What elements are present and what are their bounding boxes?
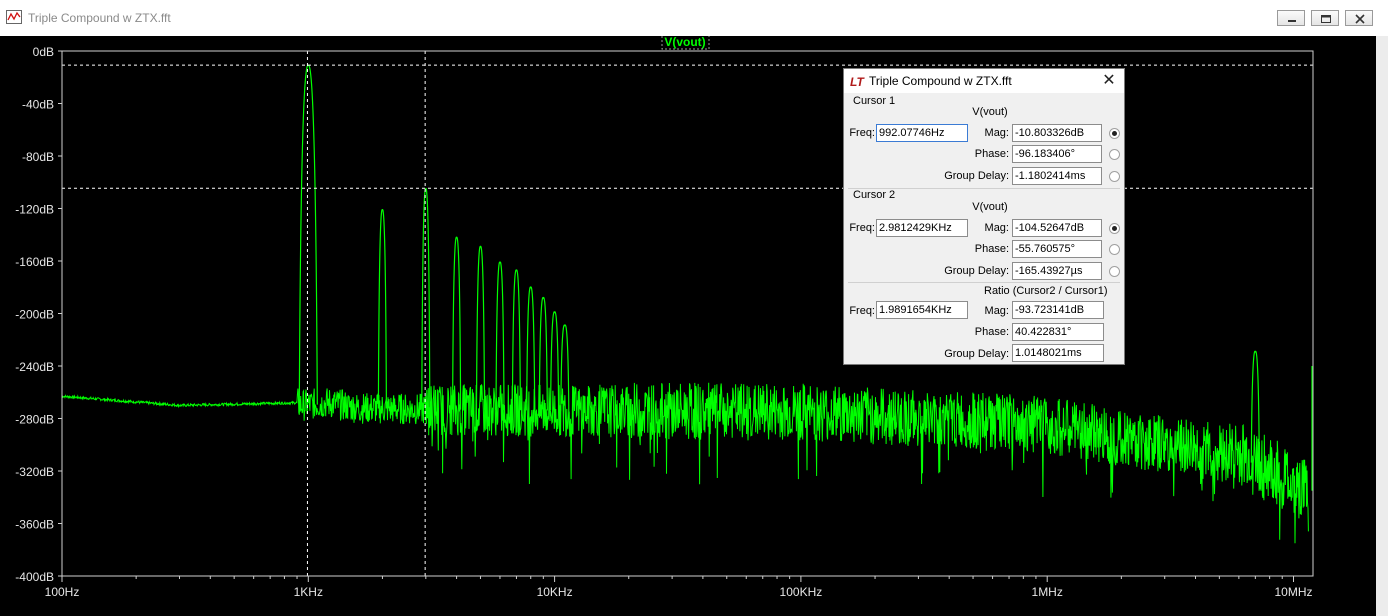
harmonic-peak [298,64,318,405]
y-tick-label: -400dB [15,570,54,584]
cursor2-trace: V(vout) [972,201,1008,213]
window-title: Triple Compound w ZTX.fft [28,11,171,25]
close-window-button[interactable] [1345,10,1373,26]
cursor2-mag-label: Mag: [984,222,1009,234]
cursor1-phase-label: Phase: [974,148,1009,160]
harmonic-peak [511,269,521,411]
y-tick-label: -120dB [15,203,54,217]
noise-floor-trace [61,382,1309,544]
x-tick-label: 1KHz [294,585,323,599]
cursor1-group-label: Cursor 1 [853,95,896,107]
dialog-close-button[interactable]: ✕ [1100,72,1118,90]
cursor2-mag-radio[interactable] [1109,223,1120,234]
y-tick-label: -280dB [15,413,54,427]
x-tick-label: 1MHz [1032,585,1063,599]
cursor1-mag-radio[interactable] [1109,128,1120,139]
harmonic-peak [421,188,431,410]
dialog-title: Triple Compound w ZTX.fft [869,74,1012,88]
restore-icon [1321,15,1331,23]
ratio-mag-label: Mag: [984,305,1009,317]
cursor2-freq-label: Freq: [849,222,875,234]
waveform-app-icon [6,10,22,24]
y-tick-label: -200dB [15,308,54,322]
harmonic-peak [550,311,560,411]
cursor1-gd-field[interactable]: -1.1802414ms [1012,167,1102,185]
plot-frame [61,50,1314,577]
cursor1-freq-field[interactable]: 992.07746Hz [876,124,968,142]
cursor2-group-label: Cursor 2 [853,189,896,201]
ratio-gd-field[interactable]: 1.0148021ms [1012,344,1104,362]
y-tick-label: -240dB [15,360,54,374]
y-tick-label: -160dB [15,255,54,269]
ratio-phase-field[interactable]: 40.422831° [1012,323,1104,341]
cursor1-trace: V(vout) [972,106,1008,118]
cursors[interactable] [62,51,1313,576]
cursor2-freq-field[interactable]: 2.9812429KHz [876,219,968,237]
harmonic-peak [526,286,536,411]
ratio-phase-label: Phase: [974,326,1009,338]
cursor1-phase-radio[interactable] [1109,149,1120,160]
cursor1-gd-radio[interactable] [1109,171,1120,182]
y-tick-label: -40dB [22,98,54,112]
x-tick-label: 100KHz [780,585,823,599]
cursor1-mag-field[interactable]: -10.803326dB [1012,124,1102,142]
minimize-button[interactable] [1277,10,1305,26]
cursor1-mag-label: Mag: [984,127,1009,139]
minimize-icon [1288,20,1296,22]
y-tick-label: -360dB [15,518,54,532]
dialog-title-bar[interactable]: LT Triple Compound w ZTX.fft ✕ [844,69,1124,93]
fft-chart[interactable]: 0dB -40dB -80dB -120dB -160dB -200dB -240dB -28… [0,36,1376,616]
ratio-mag-field[interactable]: -93.723141dB [1012,301,1104,319]
cursor2-phase-field[interactable]: -55.760575° [1012,240,1102,258]
x-tick-label: 10MHz [1274,585,1312,599]
cursor2-gd-field[interactable]: -165.43927µs [1012,262,1102,280]
cursor2-phase-label: Phase: [974,243,1009,255]
cursor1-gd-label: Group Delay: [944,170,1009,182]
cursor2-phase-radio[interactable] [1109,244,1120,255]
ratio-gd-label: Group Delay: [944,348,1009,360]
cursor2-gd-label: Group Delay: [944,265,1009,277]
ratio-freq-field[interactable]: 1.9891654KHz [876,301,968,319]
cursor1-phase-field[interactable]: -96.183406° [1012,145,1102,163]
y-tick-label: -80dB [22,150,54,164]
cursor-dialog: LT Triple Compound w ZTX.fft ✕ Cursor 1 … [843,68,1125,365]
cursor2-gd-radio[interactable] [1109,266,1120,277]
vertical-scrollbar[interactable] [1376,36,1388,616]
title-bar[interactable]: Triple Compound w ZTX.fft [0,0,1388,37]
cursor1-freq-label: Freq: [849,127,875,139]
trace-label-box[interactable]: V(vout) [661,36,710,50]
y-tick-label: -320dB [15,465,54,479]
harmonic-peak [377,209,387,409]
waveform-window: Triple Compound w ZTX.fft 0dB -40dB -80dB -… [0,0,1388,616]
ltspice-logo-icon: LT [850,75,864,89]
ratio-group-label: Ratio (Cursor2 / Cursor1) [984,285,1108,297]
restore-button[interactable] [1311,10,1339,26]
y-tick-label: 0dB [33,45,54,59]
x-tick-label: 100Hz [45,585,80,599]
x-tick-label: 10KHz [537,585,573,599]
harmonic-peak [452,236,462,410]
cursor2-mag-field[interactable]: -104.52647dB [1012,219,1102,237]
close-icon [1355,14,1365,24]
ratio-freq-label: Freq: [849,305,875,317]
trace-label[interactable]: V(vout) [664,36,705,49]
